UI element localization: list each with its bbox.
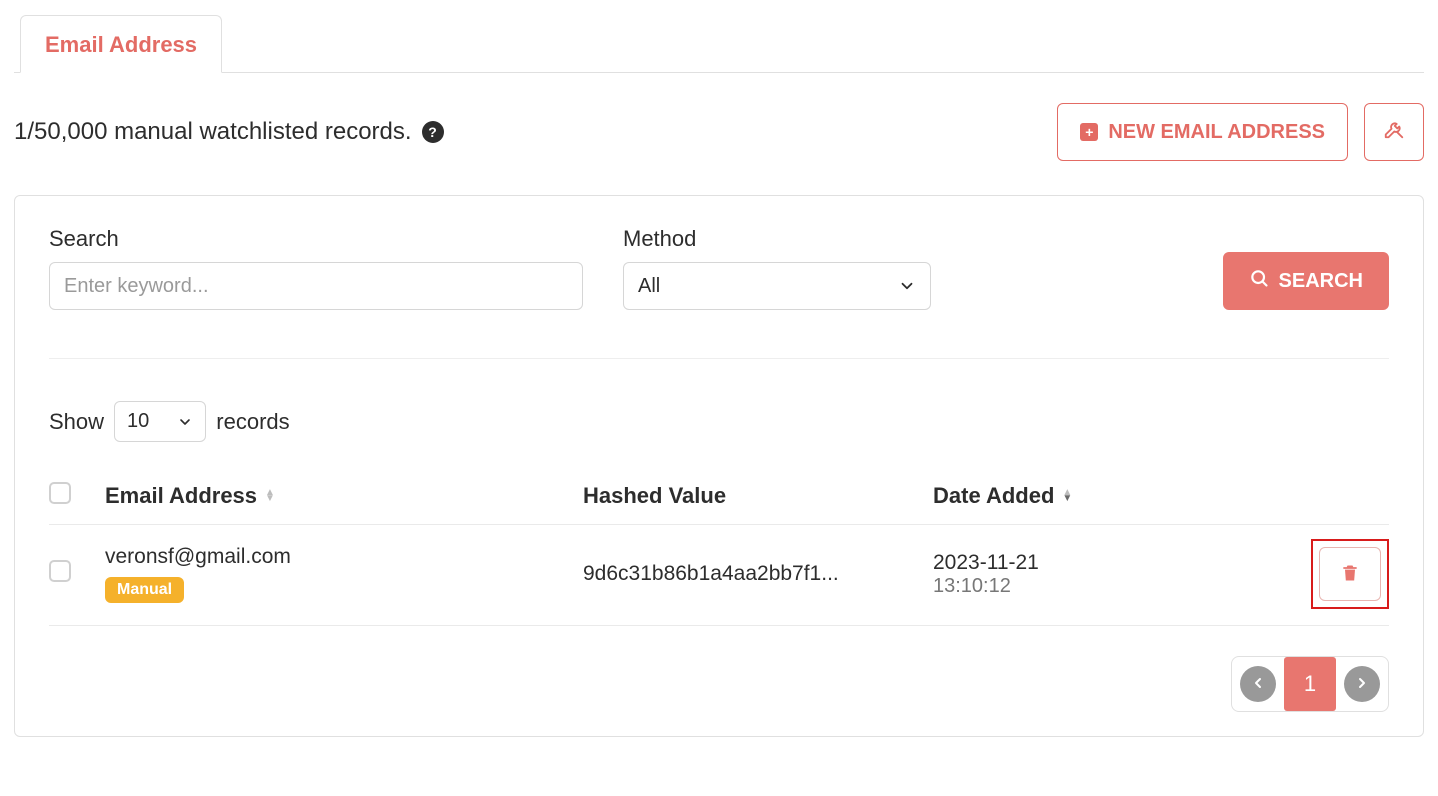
search-label: Search	[49, 226, 583, 252]
pagination: 1	[1231, 656, 1389, 712]
select-all-checkbox[interactable]	[49, 482, 71, 504]
method-label: Method	[623, 226, 931, 252]
records-summary: 1/50,000 manual watchlisted records. ?	[14, 118, 444, 146]
tools-button[interactable]	[1364, 103, 1424, 161]
row-date: 2023-11-21	[933, 551, 1147, 575]
page-size-select[interactable]: 10	[114, 401, 206, 442]
search-button-label: SEARCH	[1279, 270, 1363, 293]
chevron-down-icon	[898, 277, 916, 295]
col-email-header[interactable]: Email Address	[105, 483, 257, 509]
page-size-value: 10	[127, 410, 149, 433]
search-button[interactable]: SEARCH	[1223, 252, 1389, 310]
search-icon	[1249, 268, 1269, 294]
row-select-checkbox[interactable]	[49, 560, 71, 582]
method-select[interactable]: All	[623, 262, 931, 310]
col-date-header[interactable]: Date Added	[933, 483, 1054, 509]
show-prefix: Show	[49, 409, 104, 435]
tools-icon	[1383, 118, 1405, 146]
trash-icon	[1340, 562, 1360, 587]
row-email: veronsf@gmail.com	[105, 545, 291, 569]
plus-icon: +	[1080, 123, 1098, 141]
method-select-value: All	[638, 275, 660, 298]
records-summary-text: 1/50,000 manual watchlisted records.	[14, 118, 412, 146]
chevron-right-icon	[1354, 675, 1370, 694]
new-email-address-label: NEW EMAIL ADDRESS	[1108, 121, 1325, 144]
new-email-address-button[interactable]: + NEW EMAIL ADDRESS	[1057, 103, 1348, 161]
prev-page-button[interactable]	[1240, 666, 1276, 702]
delete-button[interactable]	[1319, 547, 1381, 601]
tab-email-address[interactable]: Email Address	[20, 15, 222, 73]
next-page-button[interactable]	[1344, 666, 1380, 702]
search-input[interactable]	[49, 262, 583, 310]
col-hashed-header: Hashed Value	[583, 483, 726, 509]
page-number-current[interactable]: 1	[1284, 657, 1336, 711]
table-row: veronsf@gmail.com Manual 9d6c31b86b1a4aa…	[49, 525, 1389, 626]
sort-icon: ▲▼	[265, 490, 275, 502]
records-table: Email Address ▲▼ Hashed Value Date Added…	[49, 468, 1389, 626]
delete-highlight	[1311, 539, 1389, 609]
show-suffix: records	[216, 409, 289, 435]
tab-bar: Email Address	[14, 14, 1424, 73]
row-time: 13:10:12	[933, 575, 1147, 598]
method-badge: Manual	[105, 577, 184, 603]
help-icon[interactable]: ?	[422, 121, 444, 143]
chevron-left-icon	[1250, 675, 1266, 694]
row-hash: 9d6c31b86b1a4aa2bb7f1...	[583, 562, 933, 586]
sort-icon: ▲▼	[1062, 490, 1072, 502]
main-panel: Search Method All	[14, 195, 1424, 737]
chevron-down-icon	[177, 414, 193, 430]
